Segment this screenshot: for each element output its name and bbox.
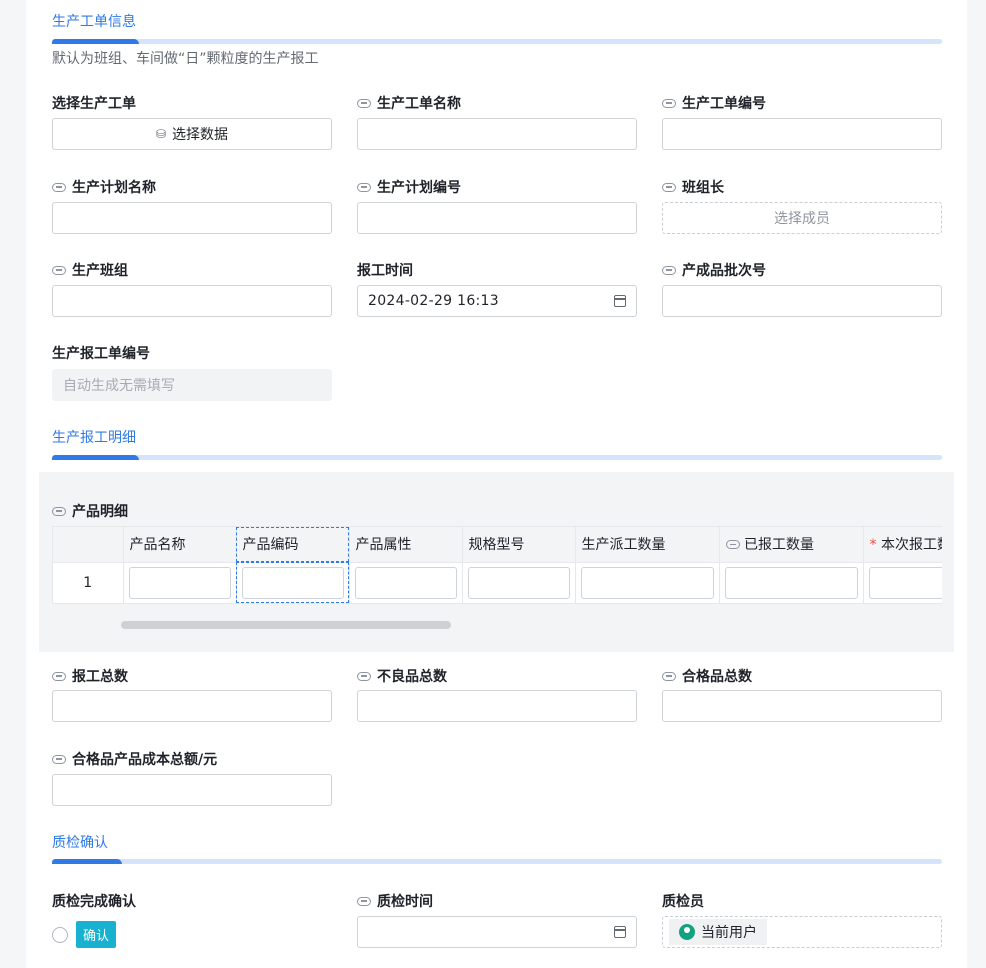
inspector-picker[interactable]: 当前用户 <box>662 916 942 948</box>
team-input[interactable] <box>52 285 332 317</box>
link-icon <box>52 671 66 681</box>
link-icon <box>662 671 676 681</box>
horizontal-scrollbar[interactable] <box>121 621 451 629</box>
column-header: 产品名称 <box>123 527 237 562</box>
link-icon <box>725 540 740 550</box>
link-icon <box>52 754 66 764</box>
field-label: 报工总数 <box>52 666 128 686</box>
column-header[interactable]: 产品编码 <box>236 527 350 562</box>
dispatch-qty-cell[interactable] <box>580 566 714 599</box>
field-label: 生产工单编号 <box>662 93 766 113</box>
product-table: 产品名称 产品编码 产品属性 规格型号 生产派工数量 已报工数量 * 本次报工数… <box>52 526 942 604</box>
field-label: 不良品总数 <box>357 666 447 686</box>
report-no-input: 自动生成无需填写 <box>52 369 332 401</box>
field-label: 选择生产工单 <box>52 96 136 112</box>
link-icon <box>357 896 371 906</box>
field-label: 生产报工单编号 <box>52 346 150 362</box>
product-attr-cell[interactable] <box>354 566 457 599</box>
field-label: 生产工单名称 <box>357 93 461 113</box>
section-divider <box>52 455 942 460</box>
link-icon <box>662 98 676 108</box>
section-title-detail: 生产报工明细 <box>52 430 136 446</box>
link-icon <box>357 182 371 192</box>
select-data-button[interactable]: ⛁ 选择数据 <box>52 118 332 150</box>
link-icon <box>662 182 676 192</box>
link-icon <box>52 265 66 275</box>
subtable-title: 产品明细 <box>52 501 128 521</box>
defect-input[interactable] <box>357 690 637 722</box>
field-label: 质检完成确认 <box>52 894 136 910</box>
current-report-qty-cell[interactable] <box>868 566 942 599</box>
field-label: 生产计划名称 <box>52 177 156 197</box>
field-label: 报工时间 <box>357 263 413 279</box>
spec-model-cell[interactable] <box>467 566 570 599</box>
link-icon <box>52 506 66 516</box>
column-header: 产品属性 <box>349 527 463 562</box>
column-header: * 本次报工数 <box>863 527 942 562</box>
calendar-icon[interactable] <box>614 295 626 307</box>
total-input[interactable] <box>52 690 332 722</box>
link-icon <box>52 182 66 192</box>
user-icon <box>679 924 695 940</box>
link-icon <box>357 671 371 681</box>
product-name-cell[interactable] <box>128 566 231 599</box>
field-label: 班组长 <box>662 177 724 197</box>
field-label: 合格品总数 <box>662 666 752 686</box>
database-icon: ⛁ <box>155 127 167 141</box>
leader-member-picker[interactable]: 选择成员 <box>662 202 942 234</box>
plan-no-input[interactable] <box>357 202 637 234</box>
batch-no-input[interactable] <box>662 285 942 317</box>
plan-name-input[interactable] <box>52 202 332 234</box>
link-icon <box>357 98 371 108</box>
section-title-info: 生产工单信息 <box>52 14 136 30</box>
qualified-input[interactable] <box>662 690 942 722</box>
radio-button[interactable] <box>52 926 68 943</box>
order-name-input[interactable] <box>357 118 637 150</box>
field-label: 生产班组 <box>52 260 128 280</box>
link-icon <box>662 265 676 275</box>
order-no-input[interactable] <box>662 118 942 150</box>
table-row: 1 <box>53 561 942 603</box>
section-description: 默认为班组、车间做“日”颗粒度的生产报工 <box>52 51 319 67</box>
calendar-icon[interactable] <box>614 926 626 938</box>
product-code-cell[interactable] <box>241 566 344 599</box>
section-divider <box>52 859 942 864</box>
field-label: 生产计划编号 <box>357 177 461 197</box>
column-header: 已报工数量 <box>719 527 864 562</box>
field-label: 质检时间 <box>357 891 433 911</box>
reported-qty-cell[interactable] <box>724 566 858 599</box>
field-label: 产成品批次号 <box>662 260 766 280</box>
section-divider <box>52 39 942 44</box>
report-time-input[interactable]: 2024-02-29 16:13 <box>357 285 637 317</box>
table-header: 产品名称 产品编码 产品属性 规格型号 生产派工数量 已报工数量 * 本次报工数 <box>53 527 942 562</box>
qc-confirm-checkbox[interactable]: 确认 <box>52 921 117 948</box>
qc-time-input[interactable] <box>357 916 637 948</box>
column-header: 规格型号 <box>462 527 576 562</box>
cost-input[interactable] <box>52 774 332 806</box>
field-label: 合格品产品成本总额/元 <box>52 749 217 769</box>
section-title-qc: 质检确认 <box>52 835 108 851</box>
row-index: 1 <box>53 561 124 603</box>
user-chip: 当前用户 <box>669 919 767 945</box>
field-label: 质检员 <box>662 894 704 910</box>
confirm-tag: 确认 <box>76 921 117 948</box>
column-header: 生产派工数量 <box>575 527 720 562</box>
